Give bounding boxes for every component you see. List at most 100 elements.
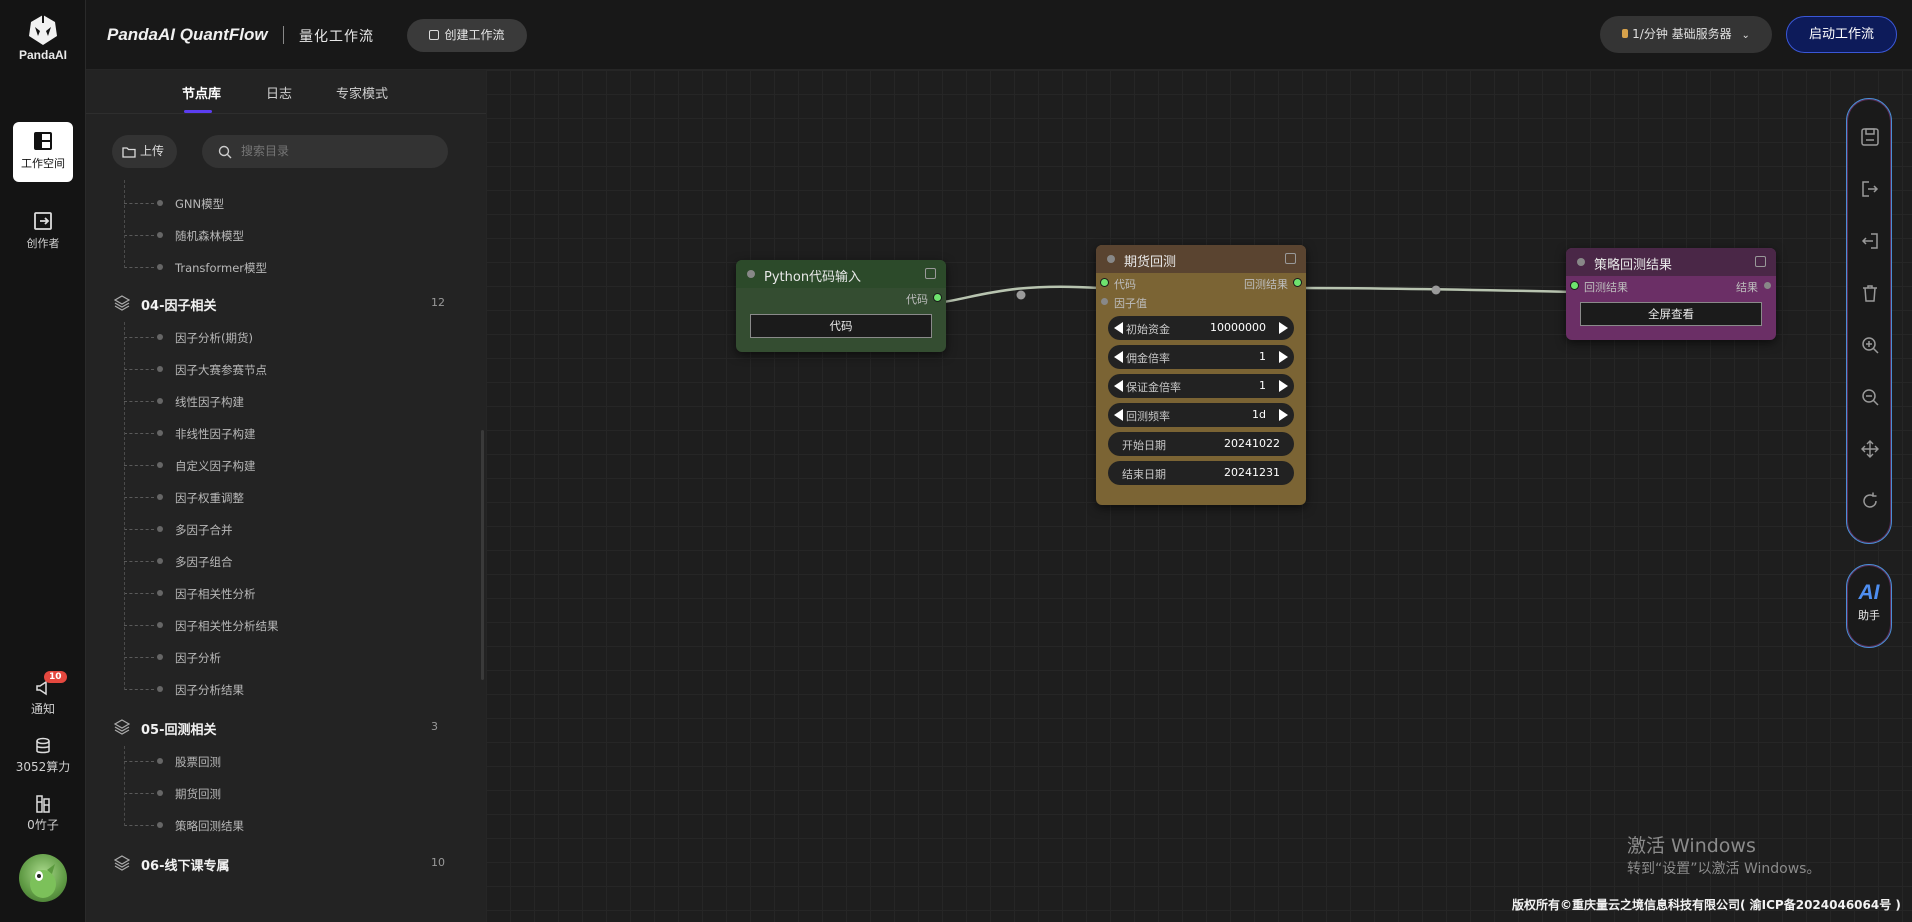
- tree-node-dot: [157, 398, 163, 404]
- node-tree: GNN模型随机森林模型 Transformer模型 04-因子相关 12 因子分析(期货…: [86, 180, 486, 922]
- decrement-arrow-icon[interactable]: [1114, 409, 1123, 421]
- tree-group-count: 12: [431, 296, 445, 309]
- avatar[interactable]: [19, 854, 67, 902]
- output-port-label: 代码: [906, 293, 928, 306]
- trash-icon[interactable]: [1860, 283, 1880, 303]
- tree-group-count: 3: [431, 720, 438, 733]
- input-port-pin[interactable]: [1101, 279, 1108, 286]
- rail-notify-button[interactable]: 10 通知: [0, 671, 86, 717]
- export-icon[interactable]: [1860, 179, 1880, 199]
- tree-group-header[interactable]: 06-线下课专属 10: [86, 852, 486, 876]
- workflow-canvas[interactable]: Python代码输入 代码 代码 期货回测 代码 回测结果 因子值 初始资金 1…: [486, 70, 1912, 922]
- input-port-label: 代码: [1114, 278, 1136, 291]
- output-port-label: 结果: [1736, 281, 1758, 294]
- tree-leaf-item[interactable]: 因子分析结果: [86, 680, 486, 700]
- number-stepper-field[interactable]: 保证金倍率 1: [1108, 374, 1294, 398]
- refresh-icon[interactable]: [1860, 491, 1880, 511]
- tree-leaf-item[interactable]: 因子相关性分析结果: [86, 616, 486, 636]
- zoom-out-icon[interactable]: [1860, 387, 1880, 407]
- tree-leaf-item[interactable]: 线性因子构建: [86, 392, 486, 412]
- number-stepper-field[interactable]: 佣金倍率 1: [1108, 345, 1294, 369]
- number-stepper-field[interactable]: 初始资金 10000000: [1108, 316, 1294, 340]
- decrement-arrow-icon[interactable]: [1114, 351, 1123, 363]
- input-port-pin[interactable]: [1101, 298, 1108, 305]
- server-label: 1/分钟 基础服务器: [1632, 27, 1732, 41]
- text-field[interactable]: 结束日期 20241231: [1108, 461, 1294, 485]
- rail-bamboo-button[interactable]: 0竹子: [0, 795, 86, 833]
- search-input[interactable]: [241, 144, 431, 158]
- database-icon: [36, 737, 50, 754]
- search-input-wrapper[interactable]: [202, 135, 448, 168]
- edit-icon[interactable]: [1285, 253, 1296, 264]
- increment-arrow-icon[interactable]: [1279, 322, 1288, 334]
- increment-arrow-icon[interactable]: [1279, 409, 1288, 421]
- output-port-pin[interactable]: [934, 294, 941, 301]
- start-workflow-button[interactable]: 启动工作流: [1786, 16, 1897, 53]
- tree-leaf-item[interactable]: Transformer模型: [86, 258, 486, 278]
- tree-leaf-item[interactable]: 因子大赛参赛节点: [86, 360, 486, 380]
- tree-leaf-label: 因子相关性分析: [175, 587, 256, 601]
- tree-leaf-item[interactable]: 随机森林模型: [86, 226, 486, 246]
- server-select[interactable]: 1/分钟 基础服务器 ⌄: [1600, 16, 1772, 53]
- tree-leaf-item[interactable]: 因子相关性分析: [86, 584, 486, 604]
- tree-leaf-item[interactable]: 多因子合并: [86, 520, 486, 540]
- tree-connector: [124, 267, 154, 268]
- edit-icon[interactable]: [1755, 256, 1766, 267]
- node-header[interactable]: 期货回测: [1096, 245, 1306, 273]
- tree-leaf-item[interactable]: 因子分析(期货): [86, 328, 486, 348]
- save-icon[interactable]: [1860, 127, 1880, 147]
- tree-leaf-item[interactable]: 策略回测结果: [86, 816, 486, 836]
- import-icon[interactable]: [1860, 231, 1880, 251]
- increment-arrow-icon[interactable]: [1279, 380, 1288, 392]
- ai-assistant-button[interactable]: AI 助手: [1846, 564, 1892, 648]
- tree-connector: [124, 689, 154, 690]
- upload-button[interactable]: 上传: [112, 135, 177, 168]
- tab-node-library[interactable]: 节点库: [182, 83, 221, 102]
- tree-leaf-item[interactable]: 自定义因子构建: [86, 456, 486, 476]
- fullscreen-view-button[interactable]: 全屏查看: [1580, 302, 1762, 326]
- tree-leaf-label: 随机森林模型: [175, 229, 244, 243]
- tab-log[interactable]: 日志: [266, 83, 292, 102]
- zoom-in-icon[interactable]: [1860, 335, 1880, 355]
- node-header[interactable]: Python代码输入: [736, 260, 946, 288]
- output-port-pin[interactable]: [1764, 282, 1771, 289]
- decrement-arrow-icon[interactable]: [1114, 322, 1123, 334]
- code-button[interactable]: 代码: [750, 314, 932, 338]
- output-port-pin[interactable]: [1294, 279, 1301, 286]
- tree-group-header[interactable]: 04-因子相关 12: [86, 292, 486, 316]
- strategy-result-node[interactable]: 策略回测结果 回测结果 结果 全屏查看: [1566, 248, 1776, 340]
- input-port-pin[interactable]: [1571, 282, 1578, 289]
- move-icon[interactable]: [1860, 439, 1880, 459]
- create-workflow-button[interactable]: 创建工作流: [407, 19, 527, 52]
- logo[interactable]: PandaAI: [16, 14, 70, 62]
- port-row: 因子值: [1096, 292, 1306, 311]
- tree-connector: [124, 369, 154, 370]
- node-header[interactable]: 策略回测结果: [1566, 248, 1776, 276]
- increment-arrow-icon[interactable]: [1279, 351, 1288, 363]
- tab-expert-mode[interactable]: 专家模式: [336, 83, 388, 102]
- tree-leaf-item[interactable]: 多因子组合: [86, 552, 486, 572]
- number-stepper-field[interactable]: 回测频率 1d: [1108, 403, 1294, 427]
- rail-creator-button[interactable]: 创作者: [13, 202, 73, 262]
- tree-leaf-item[interactable]: 因子权重调整: [86, 488, 486, 508]
- panel-scrollbar[interactable]: [481, 430, 484, 680]
- tree-node-dot: [157, 200, 163, 206]
- tree-node-dot: [157, 334, 163, 340]
- futures-backtest-node[interactable]: 期货回测 代码 回测结果 因子值 初始资金 10000000 佣金倍率 1 保证金倍率 1…: [1096, 245, 1306, 505]
- python-code-input-node[interactable]: Python代码输入 代码 代码: [736, 260, 946, 352]
- tree-leaf-item[interactable]: 因子分析: [86, 648, 486, 668]
- tree-group-header[interactable]: 05-回测相关 3: [86, 716, 486, 740]
- decrement-arrow-icon[interactable]: [1114, 380, 1123, 392]
- tree-leaf-item[interactable]: 期货回测: [86, 784, 486, 804]
- text-field[interactable]: 开始日期 20241022: [1108, 432, 1294, 456]
- edit-icon[interactable]: [925, 268, 936, 279]
- tree-leaf-item[interactable]: 非线性因子构建: [86, 424, 486, 444]
- rail-workspace-button[interactable]: 工作空间: [13, 122, 73, 182]
- rail-compute-button[interactable]: 3052算力: [0, 737, 86, 775]
- tree-connector: [124, 625, 154, 626]
- tree-leaf-label: 因子相关性分析结果: [175, 619, 279, 633]
- tree-leaf-item[interactable]: 股票回测: [86, 752, 486, 772]
- bamboo-icon: [36, 795, 50, 813]
- node-library-panel: 节点库 日志 专家模式 上传 GNN模型随机森林模型 Transformer模型 0…: [86, 70, 486, 922]
- tree-leaf-item[interactable]: GNN模型: [86, 194, 486, 214]
